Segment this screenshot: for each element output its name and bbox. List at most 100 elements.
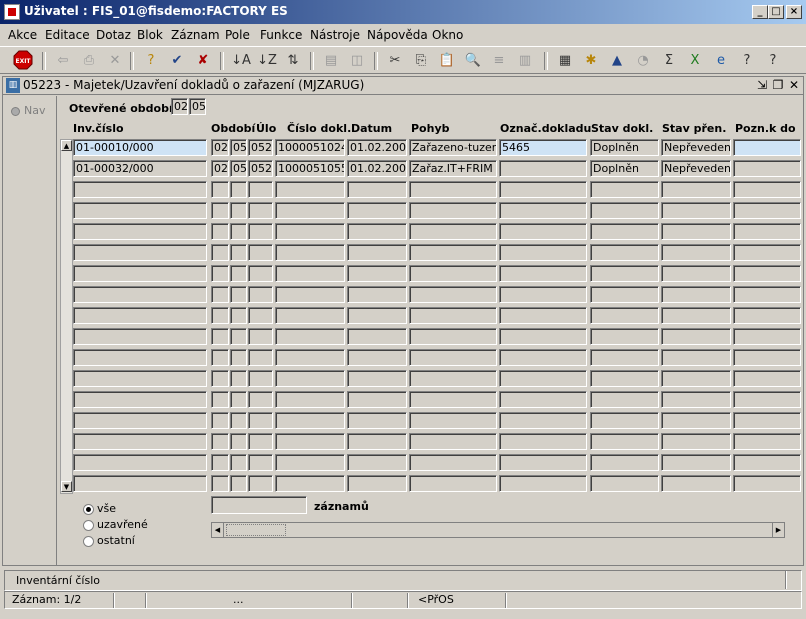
table-cell[interactable] bbox=[661, 370, 731, 387]
table-cell[interactable] bbox=[347, 181, 407, 198]
cut-icon[interactable]: ✂ bbox=[384, 50, 406, 72]
table-cell[interactable]: 01.02.2005 bbox=[347, 139, 407, 156]
table-cell[interactable] bbox=[499, 328, 587, 345]
table-cell[interactable] bbox=[590, 391, 659, 408]
table-cell[interactable] bbox=[590, 412, 659, 429]
table-cell[interactable]: 5465 bbox=[499, 139, 587, 156]
table-cell[interactable] bbox=[230, 307, 247, 324]
table-cell[interactable] bbox=[211, 475, 229, 492]
table-cell[interactable] bbox=[248, 433, 273, 450]
table-cell[interactable] bbox=[409, 391, 497, 408]
paste-icon[interactable]: 📋 bbox=[436, 50, 458, 72]
table-cell[interactable] bbox=[248, 475, 273, 492]
calculator-icon[interactable]: ▦ bbox=[554, 50, 576, 72]
menu-2[interactable]: Editace bbox=[45, 28, 90, 42]
table-cell[interactable] bbox=[248, 202, 273, 219]
table-cell[interactable] bbox=[733, 160, 801, 177]
table-cell[interactable] bbox=[230, 202, 247, 219]
table-cell[interactable] bbox=[409, 202, 497, 219]
close-form-icon[interactable]: ✕ bbox=[104, 50, 126, 72]
table-cell[interactable]: Doplněn bbox=[590, 139, 659, 156]
table-cell[interactable] bbox=[347, 370, 407, 387]
table-cell[interactable] bbox=[230, 223, 247, 240]
table-cell[interactable] bbox=[230, 244, 247, 261]
table-cell[interactable] bbox=[211, 202, 229, 219]
scroll-right-icon[interactable]: ▶ bbox=[772, 523, 784, 537]
table-cell[interactable] bbox=[661, 286, 731, 303]
table-cell[interactable] bbox=[248, 370, 273, 387]
table-cell[interactable] bbox=[661, 433, 731, 450]
table-cell[interactable]: 05 bbox=[230, 160, 247, 177]
filter-radio-3[interactable] bbox=[83, 536, 94, 547]
table-cell[interactable] bbox=[230, 433, 247, 450]
find-icon[interactable]: 🔍 bbox=[462, 50, 484, 72]
table-cell[interactable] bbox=[590, 475, 659, 492]
table-cell[interactable] bbox=[733, 223, 801, 240]
scroll-up-icon[interactable]: ▲ bbox=[61, 140, 72, 151]
table-cell[interactable] bbox=[733, 391, 801, 408]
table-cell[interactable] bbox=[661, 307, 731, 324]
table-cell[interactable] bbox=[275, 307, 345, 324]
table-cell[interactable] bbox=[661, 454, 731, 471]
delete-record-icon[interactable]: ▥ bbox=[514, 50, 536, 72]
table-cell[interactable] bbox=[499, 160, 587, 177]
table-cell[interactable]: 02 bbox=[211, 139, 229, 156]
table-cell[interactable] bbox=[590, 244, 659, 261]
table-cell[interactable] bbox=[590, 223, 659, 240]
table-cell[interactable] bbox=[248, 349, 273, 366]
table-cell[interactable] bbox=[347, 454, 407, 471]
table-cell[interactable] bbox=[230, 454, 247, 471]
menu-6[interactable]: Pole bbox=[225, 28, 250, 42]
table-cell[interactable] bbox=[347, 307, 407, 324]
table-cell[interactable] bbox=[211, 328, 229, 345]
table-cell[interactable] bbox=[499, 181, 587, 198]
table-cell[interactable] bbox=[347, 391, 407, 408]
table-cell[interactable] bbox=[409, 433, 497, 450]
table-cell[interactable] bbox=[590, 370, 659, 387]
table-cell[interactable] bbox=[275, 202, 345, 219]
table-cell[interactable] bbox=[230, 370, 247, 387]
table-cell[interactable] bbox=[347, 202, 407, 219]
table-cell[interactable] bbox=[733, 454, 801, 471]
scroll-down-icon[interactable]: ▼ bbox=[61, 481, 72, 492]
table-cell[interactable] bbox=[661, 265, 731, 282]
menu-10[interactable]: Okno bbox=[432, 28, 463, 42]
table-cell[interactable] bbox=[409, 475, 497, 492]
table-cell[interactable] bbox=[661, 328, 731, 345]
table-cell[interactable] bbox=[275, 412, 345, 429]
table-cell[interactable] bbox=[661, 181, 731, 198]
table-cell[interactable] bbox=[73, 370, 207, 387]
table-cell[interactable] bbox=[248, 391, 273, 408]
period-year-field[interactable]: 05 bbox=[189, 98, 206, 115]
sum-icon[interactable]: Σ bbox=[658, 50, 680, 72]
table-cell[interactable] bbox=[211, 286, 229, 303]
table-cell[interactable] bbox=[661, 244, 731, 261]
table-cell[interactable] bbox=[211, 223, 229, 240]
browser-icon[interactable]: e bbox=[710, 50, 732, 72]
menu-9[interactable]: Nápověda bbox=[367, 28, 428, 42]
table-cell[interactable] bbox=[733, 328, 801, 345]
table-cell[interactable]: Nepřevedeno bbox=[661, 160, 731, 177]
maximize-button[interactable]: □ bbox=[768, 5, 784, 19]
minimize-button[interactable]: _ bbox=[752, 5, 768, 19]
table-cell[interactable]: Zařaz.IT+FRIM tuz bbox=[409, 160, 497, 177]
table-cell[interactable] bbox=[275, 370, 345, 387]
table-cell[interactable] bbox=[409, 223, 497, 240]
table-cell[interactable] bbox=[347, 265, 407, 282]
table-cell[interactable] bbox=[499, 391, 587, 408]
table-cell[interactable] bbox=[499, 349, 587, 366]
table-cell[interactable] bbox=[230, 412, 247, 429]
table-cell[interactable] bbox=[275, 181, 345, 198]
clear-icon[interactable]: ◫ bbox=[346, 50, 368, 72]
table-cell[interactable] bbox=[590, 202, 659, 219]
copy-icon[interactable]: ⎘ bbox=[410, 50, 432, 72]
table-cell[interactable] bbox=[661, 391, 731, 408]
table-cell[interactable] bbox=[661, 223, 731, 240]
table-cell[interactable]: 02 bbox=[211, 160, 229, 177]
form-restore-icon[interactable]: ❐ bbox=[771, 77, 785, 93]
table-cell[interactable] bbox=[409, 244, 497, 261]
table-cell[interactable] bbox=[230, 349, 247, 366]
table-cell[interactable] bbox=[211, 454, 229, 471]
table-cell[interactable] bbox=[733, 307, 801, 324]
table-cell[interactable] bbox=[499, 433, 587, 450]
